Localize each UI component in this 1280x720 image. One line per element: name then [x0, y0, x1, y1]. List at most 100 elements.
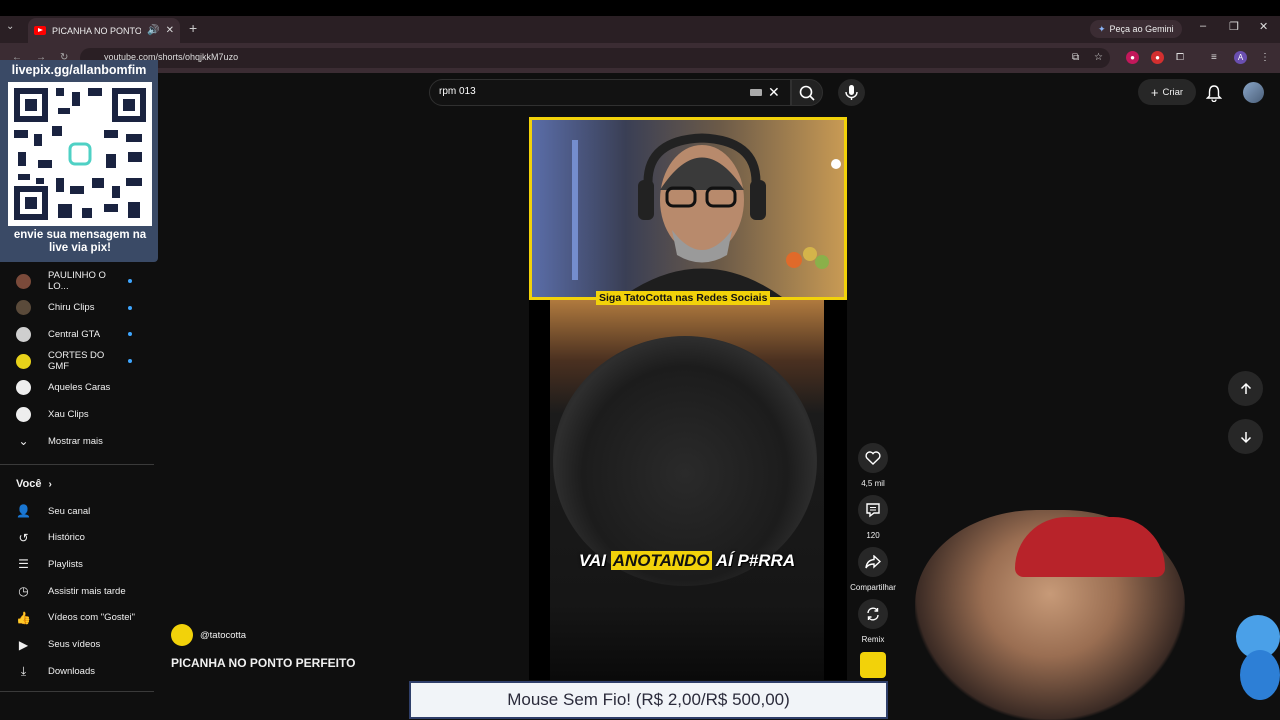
microphone-icon [845, 85, 858, 100]
profile-letter: A [1237, 53, 1244, 62]
subscription-label: Chiru Clips [48, 302, 95, 314]
share-label: Compartilhar [850, 583, 896, 592]
streamer-cap-image [1015, 517, 1165, 577]
top-letterbox [0, 0, 1280, 16]
extension-icon[interactable]: ● [1126, 51, 1139, 64]
bookmark-star-icon[interactable]: ☆ [1094, 52, 1103, 63]
channel-avatar [16, 300, 31, 316]
sidebar-subscription-item[interactable]: CORTES DO GMF [0, 348, 154, 374]
show-more-label: Mostrar mais [48, 435, 103, 447]
livepix-caption: envie sua mensagem na live via pix! [4, 229, 156, 255]
sidebar-subscription-item[interactable]: Xau Clips [0, 402, 154, 428]
thumbs-up-icon: 👍 [16, 610, 31, 625]
sidebar-subscription-item[interactable]: Central GTA [0, 321, 154, 347]
extension-icon[interactable]: ● [1151, 51, 1164, 64]
channel-avatar [16, 407, 31, 422]
channel-avatar[interactable] [171, 624, 193, 646]
share-button[interactable] [858, 547, 888, 577]
create-button[interactable]: + Criar [1138, 79, 1196, 105]
notifications-bell-icon[interactable] [1205, 84, 1223, 107]
new-tab-button[interactable]: + [189, 20, 197, 36]
create-button-label: Criar [1162, 86, 1184, 98]
remix-label: Remix [861, 635, 885, 644]
comment-icon [866, 503, 880, 518]
channel-handle[interactable]: @tatocotta [200, 630, 246, 641]
gemini-button[interactable]: ✦ Peça ao Gemini [1090, 20, 1182, 38]
sidebar-you-item[interactable]: ◷ Assistir mais tarde [0, 578, 154, 604]
tab-search-chevron-icon[interactable]: ⌄ [6, 21, 14, 32]
sidebar-you-item[interactable]: ▶ Seus vídeos [0, 632, 154, 658]
channel-avatar [16, 353, 31, 369]
new-content-dot [128, 332, 132, 337]
donation-goal-banner: Mouse Sem Fio! (R$ 2,00/R$ 500,00) [409, 681, 888, 719]
watch-later-icon: ◷ [18, 584, 29, 599]
account-avatar[interactable] [1243, 82, 1264, 103]
sidebar-you-item[interactable]: 👤 Seu canal [0, 498, 154, 524]
caption-part: VAI [578, 551, 611, 570]
voice-search-button[interactable] [838, 79, 865, 106]
install-app-icon[interactable]: ⧉ [1072, 52, 1079, 63]
new-content-dot [128, 305, 132, 310]
chevron-right-icon: › [48, 479, 52, 490]
sidebar-you-heading[interactable]: Você › [16, 478, 52, 490]
livepix-caption-line1: envie sua mensagem na [13, 229, 147, 241]
speaker-icon[interactable]: 🔊 [147, 25, 159, 36]
new-content-dot [128, 279, 132, 283]
restore-icon[interactable]: ❐ [1229, 20, 1239, 33]
new-content-dot [128, 359, 132, 364]
sidebar-subscription-item[interactable]: Chiru Clips [0, 295, 154, 321]
profile-icon[interactable]: A [1234, 51, 1247, 64]
comments-button[interactable] [858, 495, 888, 525]
keyboard-icon[interactable] [750, 89, 762, 96]
window-close-icon[interactable]: ✕ [1259, 20, 1268, 33]
search-button[interactable] [791, 79, 823, 106]
download-icon: ⤓ [20, 663, 27, 678]
you-item-label: Downloads [48, 665, 95, 677]
media-controls-icon[interactable]: ≡ [1211, 52, 1217, 63]
search-box[interactable] [429, 79, 791, 106]
you-item-label: Assistir mais tarde [48, 585, 126, 597]
balloon-image [1240, 650, 1280, 700]
previous-short-button[interactable] [1228, 371, 1263, 406]
channel-avatar [16, 273, 31, 289]
clear-search-icon[interactable]: ✕ [768, 84, 780, 101]
search-icon [799, 85, 815, 101]
you-item-label: Seus vídeos [48, 639, 101, 650]
extensions-puzzle-icon[interactable]: ⧠ [1176, 52, 1184, 63]
presenter-image [572, 133, 841, 297]
caption-highlight: ANOTANDO [610, 551, 712, 570]
sidebar-you-item[interactable]: ☰ Playlists [0, 551, 154, 577]
you-item-label: Vídeos com "Gostei" [48, 612, 136, 624]
gemini-sparkle-icon: ✦ [1098, 23, 1106, 34]
sidebar-you-item[interactable]: ↺ Histórico [0, 525, 154, 551]
next-short-button[interactable] [1228, 419, 1263, 454]
menu-kebab-icon[interactable]: ⋮ [1260, 52, 1270, 63]
channel-avatar [16, 380, 31, 396]
minimize-icon[interactable]: – [1200, 20, 1206, 32]
tab-title: PICANHA NO PONTO PERFEITO [52, 25, 142, 36]
subscription-label: CORTES DO GMF [48, 350, 105, 373]
sidebar-subscription-item[interactable]: PAULINHO O LO... [0, 268, 154, 294]
tab-close-icon[interactable]: ✕ [166, 25, 174, 36]
sidebar-show-more[interactable]: ⌄ Mostrar mais [0, 428, 154, 454]
search-input[interactable]: rpm 013 [439, 86, 476, 97]
sound-thumbnail[interactable] [860, 652, 886, 678]
remix-icon [867, 607, 879, 621]
like-button[interactable] [858, 443, 888, 473]
sidebar-subscription-item[interactable]: Aqueles Caras [0, 375, 154, 401]
sidebar-you-item[interactable]: ⤓ Downloads [0, 658, 154, 684]
subscription-label: PAULINHO O LO... [48, 270, 106, 292]
you-heading-label: Você [16, 478, 42, 490]
comment-count: 120 [866, 531, 880, 540]
remix-button[interactable] [858, 599, 888, 629]
subscription-label: Central GTA [48, 328, 101, 340]
channel-avatar [16, 326, 31, 342]
like-count: 4,5 mil [861, 479, 885, 488]
plus-icon: + [1150, 84, 1159, 100]
subscription-label: Aqueles Caras [48, 382, 111, 394]
social-banner: Siga TatoCotta nas Redes Sociais [596, 291, 771, 305]
you-item-label: Playlists [48, 558, 83, 570]
browser-tab-active[interactable]: PICANHA NO PONTO PERFEITO 🔊 ✕ [28, 18, 180, 43]
sidebar-you-item[interactable]: 👍 Vídeos com "Gostei" [0, 605, 154, 631]
gemini-button-label: Peça ao Gemini [1109, 24, 1174, 34]
